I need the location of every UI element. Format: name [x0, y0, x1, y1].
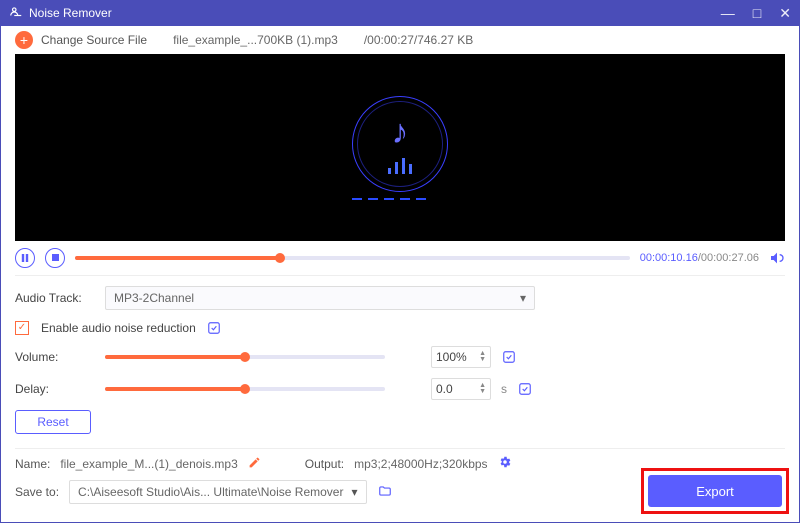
- app-icon: [9, 5, 23, 22]
- delay-stepper[interactable]: ▲▼: [479, 383, 486, 395]
- noise-reduction-checkbox[interactable]: ✓: [15, 321, 29, 335]
- delay-value-box[interactable]: 0.0 ▲▼: [431, 378, 491, 400]
- time-total: /00:00:27.06: [698, 252, 759, 264]
- music-note-icon: ♪: [392, 113, 409, 152]
- source-info: /00:00:27/746.27 KB: [364, 33, 473, 47]
- audio-track-label: Audio Track:: [15, 291, 95, 305]
- audio-track-value: MP3-2Channel: [114, 291, 194, 305]
- save-to-label: Save to:: [15, 485, 59, 499]
- export-button[interactable]: Export: [648, 475, 782, 507]
- preview-area: ♪: [15, 54, 785, 241]
- volume-value: 100%: [436, 350, 467, 364]
- save-path-value: C:\Aiseesoft Studio\Ais... Ultimate\Nois…: [78, 485, 343, 499]
- source-filename: file_example_...700KB (1).mp3: [173, 33, 338, 47]
- close-button[interactable]: ✕: [779, 5, 791, 22]
- volume-slider[interactable]: [105, 355, 385, 359]
- audio-track-select[interactable]: MP3-2Channel ▾: [105, 286, 535, 310]
- maximize-button[interactable]: □: [753, 5, 761, 22]
- noise-reduction-label: Enable audio noise reduction: [41, 321, 196, 335]
- output-label: Output:: [305, 457, 344, 471]
- chevron-down-icon: ▾: [520, 291, 526, 305]
- playback-row: 00:00:10.16/00:00:27.06: [1, 241, 799, 275]
- output-value: mp3;2;48000Hz;320kbps: [354, 457, 487, 471]
- stop-button[interactable]: [45, 248, 65, 268]
- seek-slider[interactable]: [75, 256, 630, 260]
- preview-circle: ♪: [352, 96, 448, 192]
- change-source-button[interactable]: + Change Source File: [15, 31, 147, 49]
- titlebar: Noise Remover — □ ✕: [1, 1, 799, 26]
- minimize-button[interactable]: —: [721, 5, 735, 22]
- volume-reset-icon[interactable]: [501, 349, 517, 365]
- volume-label: Volume:: [15, 350, 95, 364]
- volume-icon[interactable]: [769, 250, 785, 266]
- equalizer-icon: [388, 156, 412, 174]
- volume-value-box[interactable]: 100% ▲▼: [431, 346, 491, 368]
- save-path-select[interactable]: C:\Aiseesoft Studio\Ais... Ultimate\Nois…: [69, 480, 366, 504]
- edit-name-icon[interactable]: [248, 456, 261, 472]
- delay-label: Delay:: [15, 382, 95, 396]
- delay-unit: s: [501, 382, 507, 396]
- change-source-label: Change Source File: [41, 33, 147, 47]
- export-highlight: Export: [641, 468, 789, 514]
- name-value: file_example_M...(1)_denois.mp3: [60, 457, 237, 471]
- time-display: 00:00:10.16/00:00:27.06: [640, 252, 759, 264]
- delay-value: 0.0: [436, 382, 453, 396]
- reset-button[interactable]: Reset: [15, 410, 91, 434]
- plus-icon: +: [15, 31, 33, 49]
- name-label: Name:: [15, 457, 50, 471]
- output-settings-icon[interactable]: [498, 455, 512, 472]
- delay-reset-icon[interactable]: [517, 381, 533, 397]
- pause-button[interactable]: [15, 248, 35, 268]
- chevron-down-icon: ▾: [351, 485, 357, 499]
- delay-slider[interactable]: [105, 387, 385, 391]
- source-bar: + Change Source File file_example_...700…: [1, 26, 799, 55]
- volume-stepper[interactable]: ▲▼: [479, 351, 486, 363]
- time-current: 00:00:10.16: [640, 252, 698, 264]
- app-title: Noise Remover: [29, 6, 112, 20]
- noise-settings-icon[interactable]: [206, 320, 222, 336]
- dashes-icon: [352, 198, 448, 200]
- open-folder-icon[interactable]: [377, 484, 393, 501]
